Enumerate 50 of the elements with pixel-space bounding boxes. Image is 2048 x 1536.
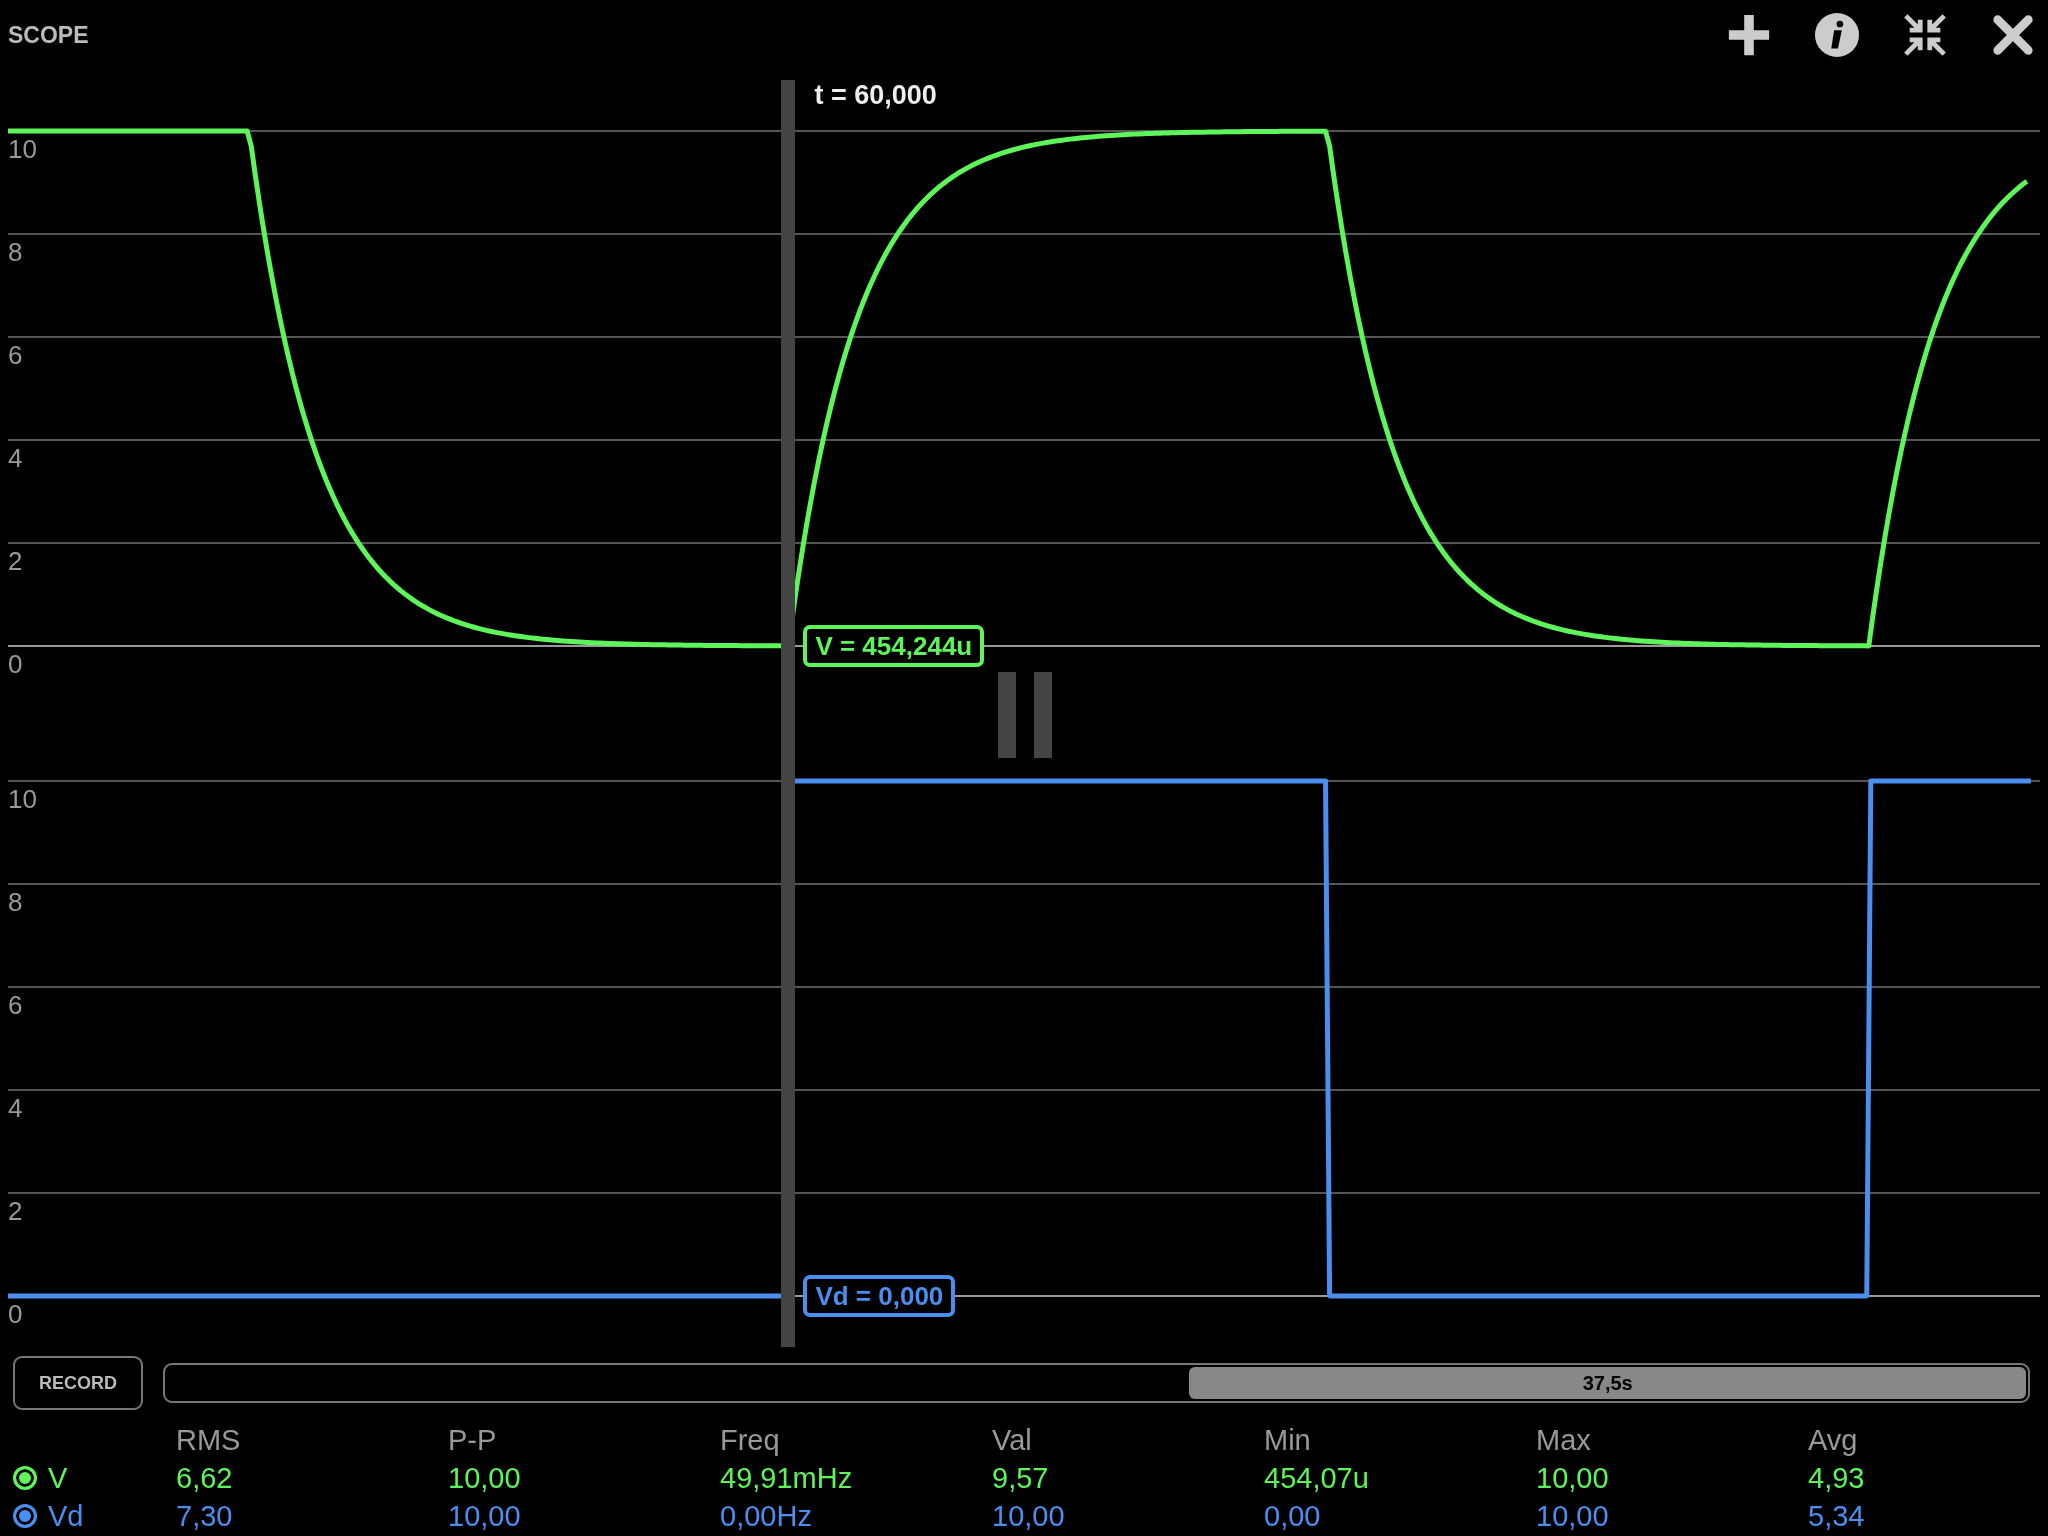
axis-label: 0 <box>8 649 23 679</box>
column-header: Val <box>992 1423 1033 1457</box>
axis-label: 4 <box>8 443 23 473</box>
axis-label: 4 <box>8 1093 23 1123</box>
stat-value: 10,00 <box>448 1499 522 1533</box>
stat-value: 6,62 <box>176 1461 234 1495</box>
axis-label: 8 <box>8 887 23 917</box>
stat-value: 5,34 <box>1808 1499 1866 1533</box>
close-icon <box>1990 12 2036 58</box>
plus-icon <box>1726 12 1772 58</box>
collapse-icon <box>1902 12 1948 58</box>
column-header: P-P <box>448 1423 498 1457</box>
collapse-button[interactable] <box>1902 12 1948 58</box>
cursor-time-label: t = 60,000 <box>814 80 937 111</box>
axis-label: 8 <box>8 237 23 267</box>
column-header: Avg <box>1808 1423 1859 1457</box>
info-button[interactable] <box>1814 12 1860 58</box>
axis-label: 10 <box>8 784 37 814</box>
value-readout: Vd = 0,000 <box>803 1275 956 1317</box>
stat-value: 10,00 <box>1536 1461 1610 1495</box>
axis-label: 2 <box>8 546 23 576</box>
stat-value: 454,07u <box>1264 1461 1370 1495</box>
column-header: RMS <box>176 1423 242 1457</box>
add-button[interactable] <box>1726 12 1772 58</box>
channel-name: V <box>48 1461 68 1495</box>
column-header: Freq <box>720 1423 781 1457</box>
value-readout: V = 454,244u <box>803 625 985 667</box>
axis-label: 6 <box>8 990 23 1020</box>
record-button[interactable]: RECORD <box>13 1356 143 1410</box>
axis-label: 0 <box>8 1299 23 1329</box>
stat-value: 7,30 <box>176 1499 234 1533</box>
stat-value: 10,00 <box>448 1461 522 1495</box>
column-header: Max <box>1536 1423 1592 1457</box>
channel-radio[interactable] <box>13 1504 37 1528</box>
stat-value: 10,00 <box>1536 1499 1610 1533</box>
stat-value: 0,00Hz <box>720 1499 813 1533</box>
axis-label: 10 <box>8 134 37 164</box>
stat-value: 49,91mHz <box>720 1461 854 1495</box>
axis-label: 6 <box>8 340 23 370</box>
stat-value: 4,93 <box>1808 1461 1866 1495</box>
channel-name: Vd <box>48 1499 84 1533</box>
close-button[interactable] <box>1990 12 2036 58</box>
column-header: Min <box>1264 1423 1312 1457</box>
stat-value: 9,57 <box>992 1461 1050 1495</box>
axis-label: 2 <box>8 1196 23 1226</box>
buffer-label: 37,5s <box>1582 1371 1633 1395</box>
stat-value: 0,00 <box>1264 1499 1322 1533</box>
info-icon <box>1814 12 1860 58</box>
stat-value: 10,00 <box>992 1499 1066 1533</box>
app-title: SCOPE <box>8 21 89 49</box>
